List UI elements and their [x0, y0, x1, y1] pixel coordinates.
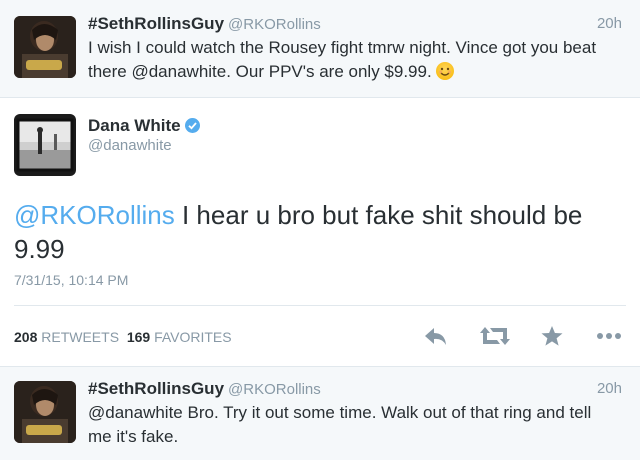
tweet-text-content: I wish I could watch the Rousey fight tm…: [88, 38, 597, 81]
avatar[interactable]: [14, 381, 76, 443]
more-button[interactable]: [596, 325, 624, 352]
reply-button[interactable]: [424, 325, 448, 352]
reply-icon: [425, 328, 446, 345]
display-name[interactable]: #SethRollinsGuy: [88, 14, 224, 33]
tweet-text: @RKORollins I hear u bro but fake shit s…: [14, 198, 614, 266]
tweet-seth-1[interactable]: #SethRollinsGuy @RKORollins 20h I wish I …: [0, 0, 640, 98]
favorite-button[interactable]: [540, 325, 564, 352]
smiley-emoji-icon: [435, 62, 454, 80]
retweets-label[interactable]: RETWEETS: [41, 329, 119, 345]
more-icon: [597, 333, 621, 339]
favorites-count[interactable]: 169: [127, 329, 150, 345]
divider: [14, 305, 626, 306]
retweet-icon: [480, 327, 510, 345]
verified-badge-icon: [184, 118, 200, 133]
avatar-image: [14, 381, 76, 443]
tweet-text: @danawhite Bro. Try it out some time. Wa…: [88, 403, 592, 446]
favorite-icon: [541, 326, 563, 346]
username[interactable]: @RKORollins: [228, 381, 321, 398]
display-name[interactable]: #SethRollinsGuy: [88, 379, 224, 398]
username[interactable]: @RKORollins: [228, 16, 321, 33]
avatar[interactable]: [14, 16, 76, 78]
display-name[interactable]: Dana White: [88, 116, 181, 135]
timestamp[interactable]: 20h: [597, 380, 622, 397]
retweets-count[interactable]: 208: [14, 329, 37, 345]
mention-link[interactable]: @RKORollins: [14, 200, 175, 230]
username[interactable]: @danawhite: [88, 137, 172, 154]
favorites-label[interactable]: FAVORITES: [154, 329, 232, 345]
retweet-button[interactable]: [480, 325, 510, 352]
author-name[interactable]: #SethRollinsGuy @RKORollins: [88, 379, 321, 399]
tweet-stats: 208 RETWEETS 169 FAVORITES: [14, 329, 232, 345]
avatar-image: [14, 114, 76, 176]
tweet-date[interactable]: 7/31/15, 10:14 PM: [14, 272, 128, 288]
avatar-image: [14, 16, 76, 78]
timestamp[interactable]: 20h: [597, 15, 622, 32]
author-name[interactable]: #SethRollinsGuy @RKORollins: [88, 14, 321, 34]
author-name[interactable]: Dana White: [88, 116, 200, 136]
tweet-text: I wish I could watch the Rousey fight tm…: [88, 36, 618, 84]
avatar[interactable]: [14, 114, 76, 176]
tweet-seth-2[interactable]: #SethRollinsGuy @RKORollins 20h @danawhit…: [0, 366, 640, 460]
